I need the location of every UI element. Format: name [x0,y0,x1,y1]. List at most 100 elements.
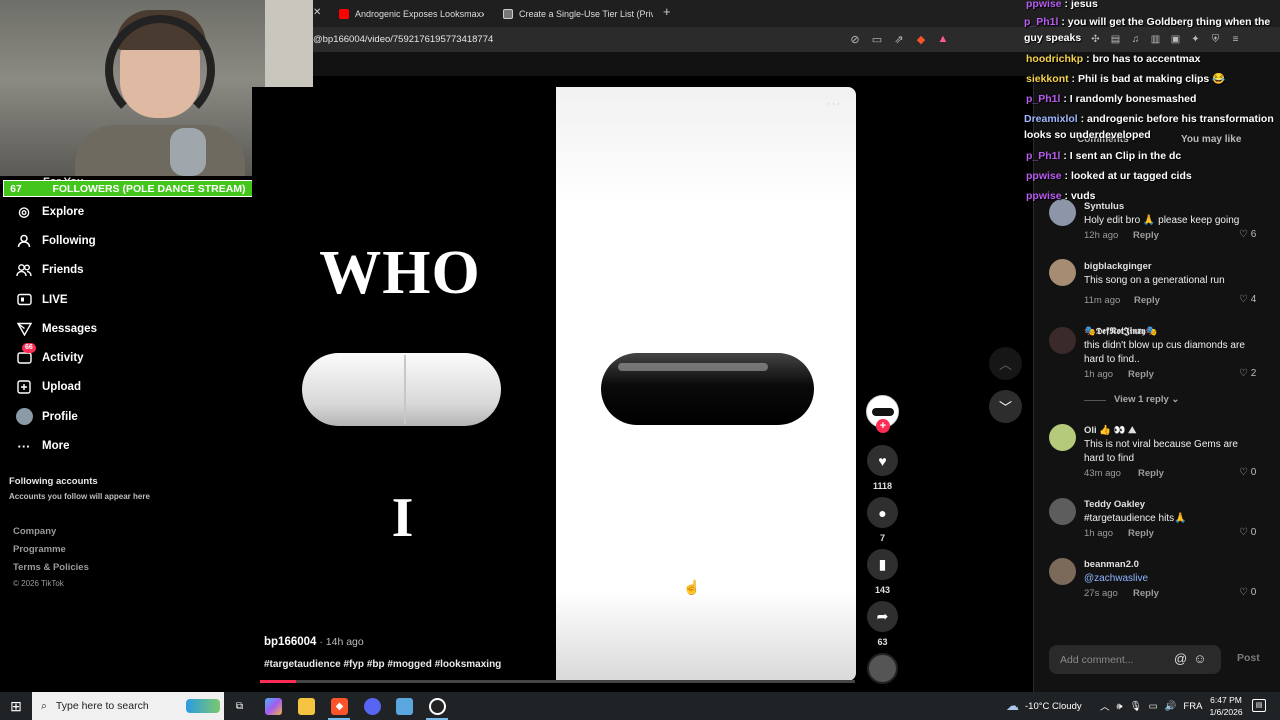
microphone-icon[interactable]: 🎙 [1130,701,1142,712]
file-explorer-icon[interactable] [298,698,315,715]
language-indicator[interactable]: FRA [1183,701,1202,712]
reply-button[interactable]: Reply [1138,468,1164,479]
chat-user: siekkont [1026,73,1069,85]
reply-button[interactable]: Reply [1128,369,1154,380]
brave-shield-icon[interactable]: ◆ [914,32,928,46]
comment-user[interactable]: Oli 👍 👀 ⛰ [1084,425,1136,436]
comment-user[interactable]: Teddy Oakley [1084,499,1145,510]
sidebar-item-label: Profile [42,410,78,423]
comment-count: 7 [879,533,885,543]
next-video-button[interactable]: ﹀ [989,390,1022,423]
volume-icon[interactable]: 🔊 [1165,701,1177,712]
brave-browser-icon[interactable]: ◆ [331,698,348,715]
weather-widget[interactable]: ☁ -10°C Cloudy [1006,692,1082,720]
avatar[interactable] [1049,327,1076,354]
avatar[interactable] [1049,558,1076,585]
tab-title: Androgenic Exposes Looksmaxxing! [355,9,484,19]
clock[interactable]: 6:47 PM 1/6/2026 [1204,694,1248,718]
author-name[interactable]: bp166004 [264,636,316,648]
follow-plus-icon[interactable]: + [876,419,890,433]
more-icon: ··· [17,438,31,454]
sidebar-item-upload[interactable]: Upload [15,373,97,402]
friends-icon [15,261,33,279]
reply-button[interactable]: Reply [1134,295,1160,306]
chat-message: Dreamixlol : androgenic before his trans… [1024,113,1274,141]
footer-link-company[interactable]: Company [13,526,89,544]
comment-user[interactable]: 🎭𝕯𝖊𝖋𝕹𝖔𝖙𝕵𝖎𝖓𝖝𝖞🎭 [1084,326,1157,337]
chat-message: ppwise : looked at ur tagged cids [1026,170,1192,182]
comment-like[interactable]: ♡ 4 [1239,294,1256,305]
task-view-icon[interactable]: ⧉ [231,698,248,715]
comment-text: Holy edit bro 🙏 please keep going [1084,215,1240,226]
video-author[interactable]: bp166004 · 14h ago [264,636,364,648]
avatar[interactable] [1049,259,1076,286]
reply-button[interactable]: Reply [1133,588,1159,599]
chat-text: you will get the Goldberg thing when the… [1024,16,1271,44]
comment-user[interactable]: beanman2.0 [1084,559,1139,570]
sidebar-item-explore[interactable]: ◎ Explore [15,197,97,226]
comment-like[interactable]: ♡ 0 [1239,467,1256,478]
heart-outline-icon: ♡ [1239,467,1248,478]
video-more-icon[interactable]: ··· [827,98,841,110]
messages-icon [15,320,33,338]
copilot-icon[interactable] [265,698,282,715]
screen-icon[interactable]: ▭ [870,32,884,46]
taskbar-search[interactable]: ⌕ Type here to search [32,692,224,720]
like-button[interactable]: ♥ [867,445,898,476]
url-text[interactable]: @bp166004/video/7592176195773418774 [313,34,493,45]
previous-video-button[interactable]: ︿ [989,347,1022,380]
sidebar-item-activity[interactable]: 66 Activity [15,343,97,372]
discord-icon[interactable] [364,698,381,715]
comment-user[interactable]: bigblackginger [1084,261,1152,272]
sidebar-item-more[interactable]: ··· More [15,431,97,460]
windows-start-button[interactable]: ⊞ [0,692,32,720]
avatar[interactable] [1049,424,1076,451]
browser-tab-youtube[interactable]: Androgenic Exposes Looksmaxxing! [339,4,484,24]
browser-tab-tier-list[interactable]: Create a Single-Use Tier List (Private [503,4,653,24]
video-progress-bar[interactable] [260,680,855,683]
sound-avatar[interactable] [867,653,898,684]
comment-text[interactable]: @zachwaslive [1084,572,1259,586]
notepad-icon[interactable] [396,698,413,715]
emoji-icon[interactable]: ☺ [1193,651,1206,666]
reply-button[interactable]: Reply [1133,230,1159,241]
comment-like[interactable]: ♡ 0 [1239,527,1256,538]
obs-icon[interactable] [429,698,446,715]
sidebar-item-profile[interactable]: Profile [15,402,97,431]
at-mention-icon[interactable]: @ [1174,651,1187,666]
view-replies-button[interactable]: View 1 reply ⌄ [1114,394,1179,405]
sidebar-item-live[interactable]: LIVE [15,285,97,314]
sidebar-item-label: Upload [42,381,81,394]
close-tab-icon[interactable]: ✕ [313,7,321,18]
mute-icon[interactable]: ⊘ [848,32,862,46]
speaker-icon[interactable]: 🕪 [1117,701,1123,712]
footer-link-terms[interactable]: Terms & Policies [13,562,89,580]
comment-like[interactable]: ♡ 0 [1239,587,1256,598]
share-icon[interactable]: ⇗ [892,32,906,46]
post-button[interactable]: Post [1237,652,1260,664]
black-pill-highlight [618,363,768,371]
video-progress-fill [260,680,296,683]
brave-rewards-icon[interactable]: ▲ [936,32,950,46]
comment-like[interactable]: ♡ 2 [1239,368,1256,379]
sidebar-item-friends[interactable]: Friends [15,256,97,285]
comment-button[interactable]: ● [867,497,898,528]
video-hashtags[interactable]: #targetaudience #fyp #bp #mogged #looksm… [264,659,501,670]
new-tab-icon[interactable]: + [663,4,671,19]
youtube-icon [339,9,349,19]
following-accounts-subtitle: Accounts you follow will appear here [9,492,150,501]
reply-button[interactable]: Reply [1128,528,1154,539]
notification-icon[interactable]: ▤ [1252,699,1266,712]
avatar[interactable] [1049,498,1076,525]
network-icon[interactable]: ▭ [1149,701,1158,712]
comment-time: 27s ago [1084,588,1118,599]
view-replies-label: View 1 reply [1114,394,1169,405]
sidebar-item-messages[interactable]: Messages [15,314,97,343]
footer-link-programme[interactable]: Programme [13,544,89,562]
share-button[interactable]: ➦ [867,601,898,632]
comment-like[interactable]: ♡ 6 [1239,229,1256,240]
bookmark-icon: ▮ [878,556,887,572]
sidebar-item-following[interactable]: Following [15,226,97,255]
save-button[interactable]: ▮ [867,549,898,580]
chevron-up-icon[interactable]: ︿ [1100,699,1110,713]
